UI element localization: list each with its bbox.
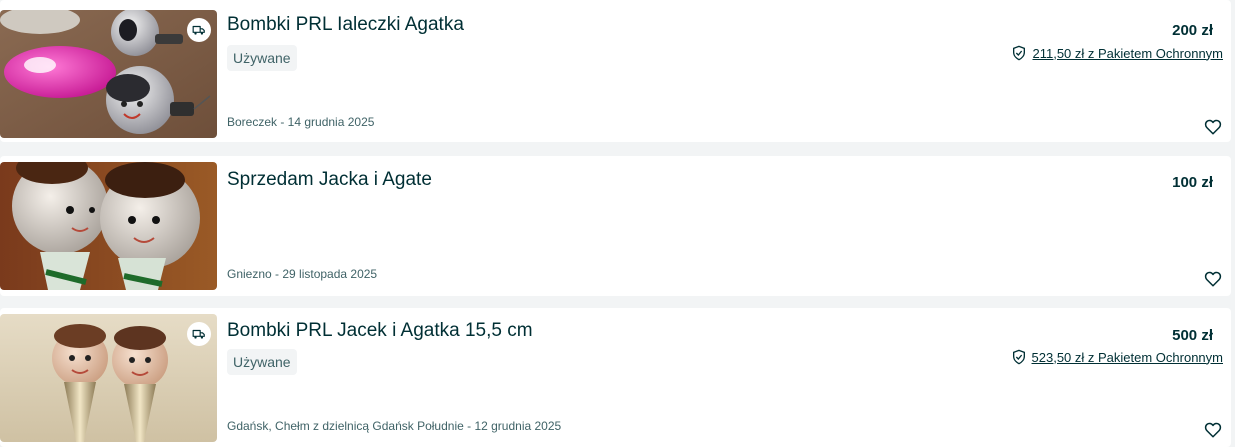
condition-badge: Używane bbox=[227, 349, 297, 375]
delivery-truck-icon bbox=[192, 329, 205, 339]
delivery-truck-icon bbox=[192, 25, 205, 35]
condition-badge: Używane bbox=[227, 45, 297, 71]
listing-title[interactable]: Bombki PRL Ialeczki Agatka bbox=[227, 14, 464, 36]
listing-title[interactable]: Sprzedam Jacka i Agate bbox=[227, 169, 432, 191]
price: 200 zł bbox=[1172, 22, 1213, 39]
protection-package-link[interactable]: 523,50 zł z Pakietem Ochronnym bbox=[1011, 349, 1223, 365]
listing-card[interactable]: Bombki PRL Jacek i Agatka 15,5 cm Używan… bbox=[0, 308, 1231, 447]
shield-check-icon bbox=[1012, 349, 1025, 365]
favorite-button[interactable] bbox=[1202, 116, 1224, 138]
location-date: Boreczek - 14 grudnia 2025 bbox=[227, 115, 375, 129]
listing-card[interactable]: Bombki PRL Ialeczki Agatka Używane Borec… bbox=[0, 0, 1231, 142]
heart-outline-icon bbox=[1204, 119, 1222, 135]
listing-thumbnail[interactable] bbox=[0, 314, 217, 442]
price: 100 zł bbox=[1172, 174, 1213, 191]
delivery-badge bbox=[187, 322, 211, 346]
listing-card[interactable]: Sprzedam Jacka i Agate Gniezno - 29 list… bbox=[0, 156, 1231, 296]
favorite-button[interactable] bbox=[1202, 419, 1224, 441]
protection-price[interactable]: 523,50 zł z Pakietem Ochronnym bbox=[1032, 350, 1223, 365]
ornaments-photo-3 bbox=[0, 314, 217, 442]
heart-outline-icon bbox=[1204, 422, 1222, 438]
protection-package-link[interactable]: 211,50 zł z Pakietem Ochronnym bbox=[1011, 45, 1223, 61]
listing-thumbnail[interactable] bbox=[0, 10, 217, 138]
heart-outline-icon bbox=[1204, 271, 1222, 287]
location-date: Gniezno - 29 listopada 2025 bbox=[227, 267, 378, 281]
listing-thumbnail[interactable] bbox=[0, 162, 217, 290]
ornaments-photo-1 bbox=[0, 10, 217, 138]
listing-title[interactable]: Bombki PRL Jacek i Agatka 15,5 cm bbox=[227, 320, 533, 342]
price: 500 zł bbox=[1172, 327, 1213, 344]
shield-check-icon bbox=[1013, 45, 1026, 61]
delivery-badge bbox=[187, 18, 211, 42]
ornaments-photo-2 bbox=[0, 162, 217, 290]
location-date: Gdańsk, Chełm z dzielnicą Gdańsk Południ… bbox=[227, 419, 562, 433]
favorite-button[interactable] bbox=[1202, 268, 1224, 290]
listing-results: Bombki PRL Ialeczki Agatka Używane Borec… bbox=[0, 0, 1235, 447]
protection-price[interactable]: 211,50 zł z Pakietem Ochronnym bbox=[1032, 46, 1223, 61]
